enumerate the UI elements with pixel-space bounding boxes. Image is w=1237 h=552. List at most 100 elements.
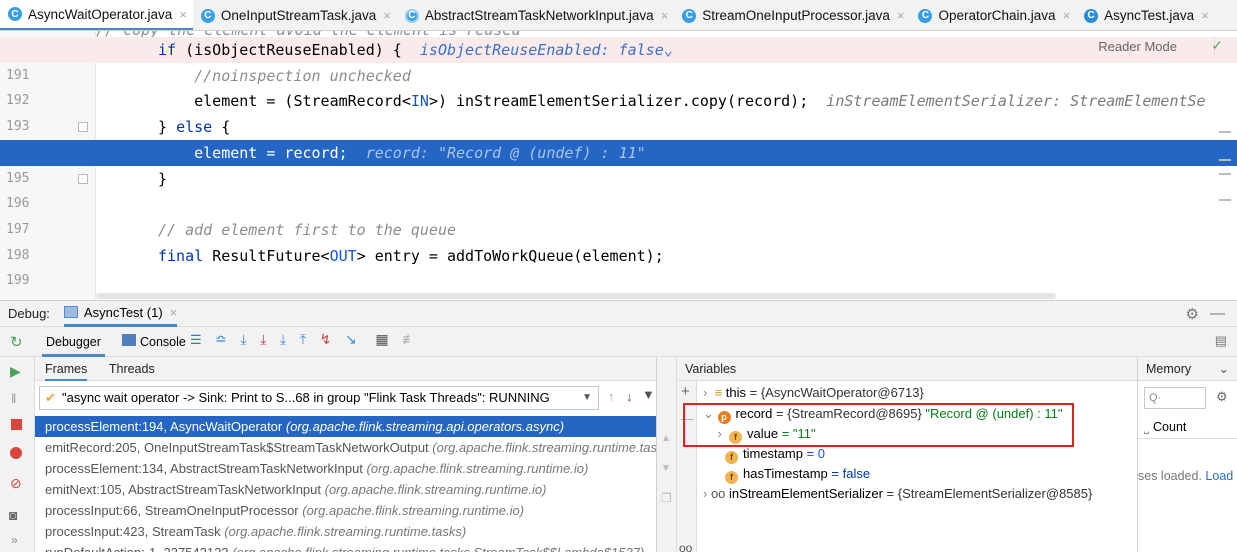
tab-0[interactable]: C AsyncWaitOperator.java × [0,0,193,30]
var-serializer[interactable]: › oo inStreamElementSerializer = {Stream… [703,484,1092,504]
stack-frame-row[interactable]: emitNext:105, AbstractStreamTaskNetworkI… [35,479,656,500]
stack-frame-row[interactable]: processElement:194, AsyncWaitOperator (o… [35,416,656,437]
tab-label: AsyncWaitOperator.java [28,6,173,22]
run-to-cursor-icon[interactable]: ↘ [345,331,357,348]
code-line[interactable]: //noinspection unchecked [0,63,1237,89]
tab-threads[interactable]: Threads [109,362,155,376]
watch-icon: oo [710,486,730,501]
code-line[interactable] [0,191,1237,217]
stack-frame-row[interactable]: processElement:134, AbstractStreamTaskNe… [35,458,656,479]
step-over-icon[interactable]: ⤓ [240,331,246,348]
down-arrow-icon[interactable]: ↓ [626,389,633,404]
code-line[interactable]: if (isObjectReuseEnabled) { isObjectReus… [0,37,1237,63]
memory-search-input[interactable]: Q· [1144,387,1206,409]
close-icon[interactable]: × [179,7,187,22]
stack-frame-row[interactable]: emitRecord:205, OneInputStreamTask$Strea… [35,437,656,458]
gear-icon[interactable]: ⚙ [1216,389,1228,405]
more-icon[interactable]: » [11,533,18,547]
tab-console[interactable]: Console [140,327,186,357]
class-icon: C [200,8,215,23]
code-token: { [212,118,231,137]
rerun-icon[interactable]: ↻ [10,333,23,351]
mute-breakpoints-icon[interactable]: ⊘ [10,475,22,492]
minimize-icon[interactable]: — [1210,305,1225,322]
chevron-down-icon[interactable]: ⌄ [1219,357,1229,381]
console-icon [122,334,136,346]
close-icon[interactable]: × [1063,8,1071,23]
tab-4[interactable]: C OperatorChain.java × [910,0,1076,30]
copy-icon[interactable]: ❐ [661,491,672,505]
error-stripe-mark [1219,159,1231,161]
trace-icon[interactable]: ≢ [402,331,416,347]
var-hastimestamp[interactable]: f hasTimestamp = false [725,464,870,484]
code-token: >) inStreamElementSerializer.copy(record… [428,92,827,111]
count-column-header[interactable]: ⎵ Count [1138,415,1237,439]
camera-icon[interactable]: ◙ [9,507,17,523]
layout-icon[interactable]: ▤ [1215,333,1227,349]
tab-frames[interactable]: Frames [45,362,88,381]
tab-2[interactable]: C AbstractStreamTaskNetworkInput.java × [397,0,674,30]
code-line[interactable] [0,268,1237,294]
code-line[interactable]: } else { [0,114,1237,140]
stack-frame-row[interactable]: runDefaultAction:-1, 237542123 (org.apac… [35,542,656,552]
step-into-icon[interactable]: ⤓ [260,331,266,348]
code-line[interactable]: element = record; record: "Record @ (und… [0,139,1237,166]
drop-frame-icon[interactable]: ↯ [320,331,332,348]
code-token: element = (StreamRecord< [158,92,411,111]
code-token: else [176,118,213,137]
code-line[interactable]: } [0,166,1237,192]
tab-debugger[interactable]: Debugger [42,327,105,357]
watches-icon[interactable]: oo [679,541,692,552]
code-token: } [158,118,177,137]
reader-mode-button[interactable]: Reader Mode [1098,39,1177,54]
scroll-up-icon[interactable]: ▲ [661,433,671,444]
close-icon[interactable]: × [170,305,178,320]
code-line[interactable]: element = (StreamRecord<IN>) inStreamEle… [0,88,1237,114]
debug-label: Debug: [8,306,50,321]
code-token: ⌄ [663,41,673,59]
load-link[interactable]: Load [1205,469,1233,483]
breakpoints-icon[interactable] [10,447,22,459]
var-timestamp[interactable]: f timestamp = 0 [725,444,825,464]
filter-icon[interactable]: ▼ [642,387,655,402]
code-line[interactable]: // add element first to the queue [0,217,1237,243]
frame-package: (org.apache.flink.streaming.runtime.io) [324,482,547,497]
tab-5[interactable]: C AsyncTest.java × [1076,0,1215,30]
add-watch-icon[interactable]: + [681,383,690,400]
debug-toolwindow-header: Debug: AsyncTest (1) × ⚙ — [0,300,1237,327]
close-icon[interactable]: × [383,8,391,23]
code-token: OUT [329,246,357,265]
stack-frame-row[interactable]: processInput:423, StreamTask (org.apache… [35,521,656,542]
show-execution-point-icon[interactable]: ≏ [215,331,227,348]
gear-icon[interactable]: ⚙ [1186,305,1199,323]
list-icon[interactable]: ☰ [190,332,202,348]
horizontal-scrollbar[interactable] [96,293,1056,299]
evaluate-icon[interactable]: ▦ [375,331,388,348]
var-this[interactable]: › ≡ this = {AsyncWaitOperator@6713} [703,383,924,403]
tab-label: OneInputStreamTask.java [220,8,377,23]
close-icon[interactable]: × [1201,8,1209,23]
code-editor[interactable]: 190191192193194195196197198199 // copy t… [0,31,1237,300]
tab-3[interactable]: C StreamOneInputProcessor.java × [674,0,910,30]
stop-icon[interactable] [11,419,22,430]
debug-session-tab[interactable]: AsyncTest (1) × [63,301,178,327]
thread-selector[interactable]: ✔ "async wait operator -> Sink: Print to… [39,386,599,410]
stack-frame-row[interactable]: processInput:66, StreamOneInputProcessor… [35,500,656,521]
frames-side-toolbar: ▲ ▼ ❐ [657,357,677,552]
tab-1[interactable]: C OneInputStreamTask.java × [193,0,397,30]
code-token: IN [410,92,429,111]
scroll-down-icon[interactable]: ▼ [661,463,671,474]
close-icon[interactable]: × [897,8,905,23]
step-out-icon[interactable]: ⤒ [300,331,306,348]
close-icon[interactable]: × [661,8,669,23]
resume-icon[interactable]: ▶ [10,363,21,380]
frame-package: (org.apache.flink.streaming.runtime.io) [366,461,589,476]
debug-left-toolbar: ▶ ‖ ⊘ ◙ » [0,357,35,552]
code-token: //noinspection unchecked [158,66,411,85]
variables-panel: Variables + — oo › ≡ this = {AsyncWaitOp… [677,357,1137,552]
force-step-into-icon[interactable]: ⤓ [280,331,286,348]
up-arrow-icon[interactable]: ↑ [608,389,615,404]
pause-icon[interactable]: ‖ [11,391,16,406]
code-line[interactable]: final ResultFuture<OUT> entry = addToWor… [0,243,1237,269]
count-label: Count [1153,420,1187,434]
